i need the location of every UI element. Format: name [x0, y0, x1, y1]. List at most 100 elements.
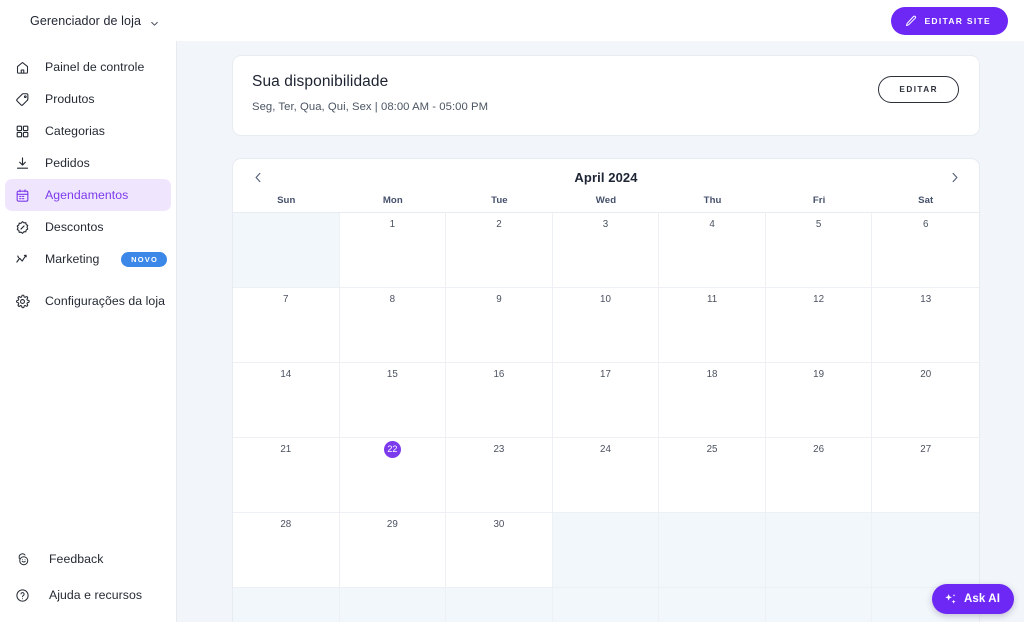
- calendar-day-cell[interactable]: 16: [446, 363, 553, 438]
- calendar-day-number: 17: [600, 369, 611, 380]
- calendar-day-number: 15: [386, 369, 398, 380]
- sidebar-item-painel-de-controle[interactable]: Painel de controle: [5, 51, 171, 83]
- weekday-label: Tue: [491, 195, 508, 206]
- calendar-day-cell[interactable]: 7: [233, 288, 340, 363]
- calendar-cell-empty: [233, 213, 340, 288]
- app-root: Gerenciador de loja EDITAR SITE Painel d…: [0, 0, 1024, 622]
- weekday-label: Wed: [595, 195, 617, 206]
- calendar-day-number: 6: [922, 219, 929, 230]
- sidebar: Painel de controle Produtos Categorias P…: [0, 41, 177, 622]
- calendar-day-number: 3: [602, 219, 609, 230]
- calendar-day-number: 27: [920, 444, 932, 455]
- calendar-day-cell[interactable]: 2: [446, 213, 553, 288]
- chevron-right-icon[interactable]: [943, 166, 965, 188]
- calendar-day-cell[interactable]: 9: [446, 288, 553, 363]
- calendar-cell-empty: [552, 588, 660, 622]
- calendar-day-cell[interactable]: 15: [339, 363, 447, 438]
- calendar-cell-empty: [659, 588, 766, 622]
- calendar-cell-empty: [446, 588, 553, 622]
- calendar-day-number: 7: [283, 294, 289, 305]
- chevron-left-icon[interactable]: [247, 166, 269, 188]
- calendar-day-cell[interactable]: 30: [446, 513, 553, 588]
- calendar-day-cell[interactable]: 24: [552, 438, 660, 513]
- calendar-month-title: April 2024: [574, 169, 638, 185]
- calendar-header: April 2024: [233, 159, 979, 195]
- calendar-day-number: 19: [813, 369, 825, 380]
- sidebar-item-feedback[interactable]: Feedback: [5, 546, 171, 572]
- top-bar: Gerenciador de loja EDITAR SITE: [0, 0, 1024, 41]
- page-title: Sua disponibilidade: [252, 73, 389, 90]
- sidebar-item-descontos[interactable]: Descontos: [5, 211, 171, 243]
- calendar-day-cell[interactable]: 13: [872, 288, 979, 363]
- calendar-day-number: 4: [709, 219, 715, 230]
- sidebar-item-label: Configurações da loja: [45, 294, 165, 308]
- calendar-day-cell[interactable]: 6: [872, 213, 979, 288]
- chevron-down-icon: [150, 15, 159, 26]
- edit-site-button[interactable]: EDITAR SITE: [891, 6, 1008, 35]
- calendar-day-cell[interactable]: 17: [552, 363, 660, 438]
- calendar-day-cell[interactable]: 12: [765, 288, 873, 363]
- calendar-day-number: 13: [920, 294, 932, 305]
- weekday-label: Mon: [382, 195, 403, 206]
- calendar-day-cell[interactable]: 1: [339, 213, 447, 288]
- sidebar-item-label: Feedback: [49, 552, 104, 566]
- calendar-day-number: 24: [600, 444, 611, 455]
- calendar-cell-empty: [765, 513, 873, 588]
- sidebar-item-label: Produtos: [45, 92, 95, 106]
- edit-site-label: EDITAR SITE: [924, 15, 991, 26]
- store-switcher[interactable]: Gerenciador de loja: [30, 14, 159, 28]
- calendar-day-cell[interactable]: 26: [765, 438, 873, 513]
- weekday-label: Sat: [918, 195, 934, 206]
- calendar-cell-empty: [872, 513, 979, 588]
- calendar-day-number: 8: [389, 294, 396, 305]
- calendar-day-cell[interactable]: 25: [659, 438, 766, 513]
- calendar-day-cell[interactable]: 4: [659, 213, 766, 288]
- pencil-icon: [905, 15, 917, 27]
- calendar-day-cell[interactable]: 11: [659, 288, 766, 363]
- calendar-day-cell[interactable]: 21: [233, 438, 340, 513]
- sidebar-item-pedidos[interactable]: Pedidos: [5, 147, 171, 179]
- sidebar-item-produtos[interactable]: Produtos: [5, 83, 171, 115]
- sparkle-icon: [943, 592, 958, 607]
- edit-availability-button[interactable]: EDITAR: [878, 76, 959, 103]
- calendar-day-cell[interactable]: 5: [765, 213, 873, 288]
- calendar-day-number: 21: [280, 444, 292, 455]
- calendar-day-number: 11: [706, 294, 718, 305]
- calendar-day-number: 14: [280, 369, 292, 380]
- calendar-day-cell[interactable]: 18: [659, 363, 766, 438]
- calendar-cell-empty: [552, 513, 660, 588]
- sidebar-item-agendamentos[interactable]: Agendamentos: [5, 179, 171, 211]
- sidebar-item-marketing[interactable]: Marketing NOVO: [5, 243, 171, 275]
- calendar-day-cell[interactable]: 19: [765, 363, 873, 438]
- sidebar-item-categorias[interactable]: Categorias: [5, 115, 171, 147]
- body-row: Painel de controle Produtos Categorias P…: [0, 41, 1024, 622]
- calendar-day-cell[interactable]: 3: [552, 213, 660, 288]
- weekday-label: Sun: [277, 195, 296, 206]
- calendar-day-cell[interactable]: 27: [872, 438, 979, 513]
- sidebar-item-label: Pedidos: [45, 156, 90, 170]
- calendar-day-number: 12: [813, 294, 825, 305]
- calendar-cell-empty: [659, 513, 766, 588]
- calendar-day-cell[interactable]: 20: [872, 363, 979, 438]
- calendar-day-cell[interactable]: 14: [233, 363, 340, 438]
- grid-icon: [11, 122, 33, 140]
- availability-text-block: Sua disponibilidade Seg, Ter, Qua, Qui, …: [252, 73, 878, 113]
- calendar-day-cell[interactable]: 10: [552, 288, 660, 363]
- calendar-day-number: 10: [600, 294, 611, 305]
- calendar-cell-empty: [233, 588, 340, 622]
- calendar-day-cell[interactable]: 29: [339, 513, 447, 588]
- ask-ai-button[interactable]: Ask AI: [932, 584, 1014, 614]
- calendar-cell-empty: [339, 588, 447, 622]
- calendar-day-cell[interactable]: 22: [339, 438, 447, 513]
- calendar-day-cell[interactable]: 8: [339, 288, 447, 363]
- calendar-icon: [11, 186, 33, 204]
- calendar-day-number: 30: [493, 519, 505, 530]
- sidebar-item-ajuda-e-recursos[interactable]: Ajuda e recursos: [5, 582, 171, 608]
- calendar-day-cell[interactable]: 23: [446, 438, 553, 513]
- sidebar-item-configuracoes-da-loja[interactable]: Configurações da loja: [5, 285, 171, 317]
- calendar-day-cell[interactable]: 28: [233, 513, 340, 588]
- feedback-icon: [11, 550, 33, 568]
- download-icon: [11, 154, 33, 172]
- calendar-day-number: 16: [493, 369, 505, 380]
- main-content: Sua disponibilidade Seg, Ter, Qua, Qui, …: [177, 41, 1024, 622]
